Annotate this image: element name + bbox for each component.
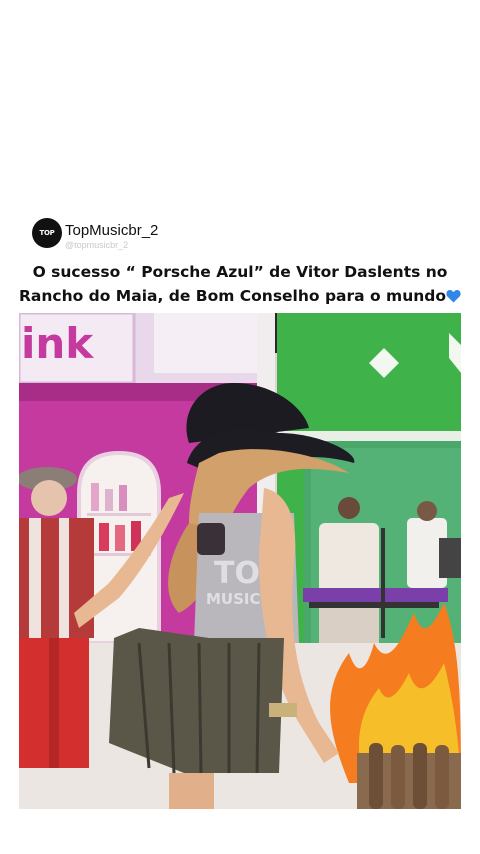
video-player[interactable]: ink TOP MUSICBR bbox=[19, 313, 461, 809]
sign-text: ink bbox=[21, 319, 94, 368]
blue-heart-icon bbox=[446, 290, 461, 303]
avatar-logo-text: TOP bbox=[39, 229, 55, 237]
post-header: TOP TopMusicbr_2 @topmusicbr_2 bbox=[32, 218, 158, 250]
post-caption: O sucesso “ Porsche Azul” de Vitor Dasle… bbox=[12, 260, 468, 308]
video-frame: ink TOP MUSICBR bbox=[19, 313, 461, 809]
account-name[interactable]: TopMusicbr_2 bbox=[65, 223, 158, 238]
caption-text: O sucesso “ Porsche Azul” de Vitor Dasle… bbox=[18, 263, 448, 305]
avatar[interactable]: TOP bbox=[32, 218, 62, 248]
account-info: TopMusicbr_2 @topmusicbr_2 bbox=[65, 223, 158, 250]
account-handle: @topmusicbr_2 bbox=[65, 240, 129, 250]
